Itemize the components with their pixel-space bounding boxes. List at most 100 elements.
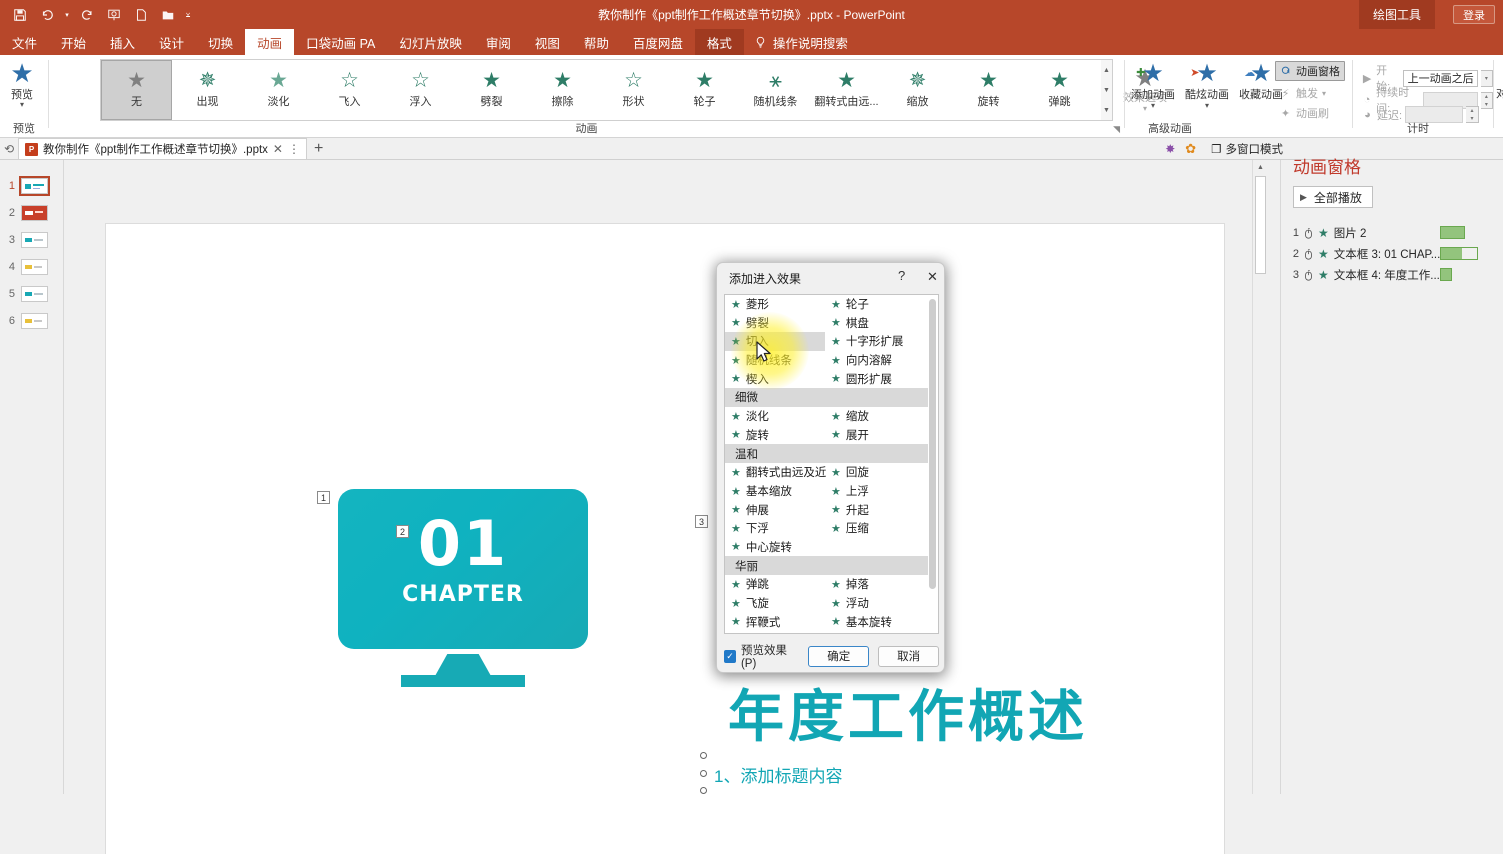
gallery-item-flyin[interactable]: ☆ 飞入 bbox=[314, 60, 385, 120]
effect-item-compress[interactable]: ★压缩 bbox=[825, 519, 929, 538]
scroll-up-icon[interactable]: ▲ bbox=[1255, 161, 1266, 174]
cool-animation-button[interactable]: ★➤ 酷炫动画 ▾ bbox=[1181, 59, 1233, 121]
effect-item-spiral[interactable]: ★回旋 bbox=[825, 463, 929, 482]
close-tab-icon[interactable]: ✕ bbox=[273, 142, 283, 156]
effect-item-drop[interactable]: ★掉落 bbox=[825, 575, 929, 594]
canvas-vertical-scrollbar[interactable]: ▲ bbox=[1252, 160, 1266, 794]
gallery-expand-icon[interactable]: ▼ bbox=[1103, 100, 1110, 120]
close-icon[interactable]: ✕ bbox=[927, 269, 938, 285]
play-all-button[interactable]: ▶ 全部播放 bbox=[1293, 186, 1373, 208]
multiwindow-mode-button[interactable]: ❐ 多窗口模式 bbox=[1206, 139, 1288, 159]
tab-baidu-netdisk[interactable]: 百度网盘 bbox=[621, 29, 695, 55]
slide-thumbnail-2[interactable] bbox=[21, 205, 48, 221]
history-icon[interactable]: ⟲ bbox=[4, 142, 14, 156]
thumbnail-row[interactable]: 6 bbox=[0, 307, 63, 334]
scroll-thumb[interactable] bbox=[1255, 176, 1266, 274]
effect-item-expand[interactable]: ★展开 bbox=[825, 426, 929, 445]
preview-button[interactable]: ★ 预览 ▾ bbox=[2, 57, 42, 117]
tab-pocket-animation[interactable]: 口袋动画 PA bbox=[294, 29, 387, 55]
effect-item-randombars[interactable]: ★随机线条 bbox=[725, 351, 825, 370]
slide-thumbnail-3[interactable] bbox=[21, 232, 48, 248]
effect-item-zoom[interactable]: ★缩放 bbox=[825, 407, 929, 426]
dialog-list-scrollbar[interactable] bbox=[928, 295, 938, 633]
gallery-item-fade[interactable]: ★ 淡化 bbox=[243, 60, 314, 120]
slide-thumbnail-5[interactable] bbox=[21, 286, 48, 302]
trigger-button[interactable]: ⚡ 触发 ▾ bbox=[1279, 85, 1326, 101]
redo-icon[interactable] bbox=[75, 4, 99, 26]
ok-button[interactable]: 确定 bbox=[808, 646, 869, 667]
effect-item-checkerboard[interactable]: ★棋盘 bbox=[825, 314, 929, 333]
effect-item-centerrevolve[interactable]: ★中心旋转 bbox=[725, 538, 825, 557]
undo-dropdown-icon[interactable]: ▾ bbox=[62, 11, 72, 19]
slide-canvas[interactable]: 1 01 CHAPTER 2 年度工作概述 3 1、添加标题内容 ▲ bbox=[64, 160, 1266, 794]
thumbnail-row[interactable]: 5 bbox=[0, 280, 63, 307]
gear-icon[interactable]: ✿ bbox=[1185, 141, 1196, 157]
gallery-item-shape[interactable]: ☆ 形状 bbox=[598, 60, 669, 120]
effect-item-basiczoom[interactable]: ★基本缩放 bbox=[725, 482, 825, 501]
slide-thumbnail-6[interactable] bbox=[21, 313, 48, 329]
gallery-item-none[interactable]: ★ 无 bbox=[101, 60, 172, 120]
undo-icon[interactable] bbox=[35, 4, 59, 26]
resize-handle[interactable] bbox=[700, 770, 707, 777]
help-icon[interactable]: ? bbox=[898, 268, 905, 283]
tab-design[interactable]: 设计 bbox=[147, 29, 196, 55]
tab-menu-icon[interactable]: ⋮ bbox=[288, 142, 300, 156]
slide-thumbnail-1[interactable] bbox=[21, 178, 48, 194]
tell-me-search[interactable]: 操作说明搜索 bbox=[744, 29, 858, 55]
gallery-item-wipe[interactable]: ★ 擦除 bbox=[527, 60, 598, 120]
magic-wand-icon[interactable]: ✸ bbox=[1165, 142, 1175, 156]
slide-big-title[interactable]: 年度工作概述 bbox=[728, 672, 1088, 753]
gallery-scroll-up-icon[interactable]: ▲ bbox=[1103, 60, 1110, 80]
slide-thumbnail-pane[interactable]: 1 2 3 4 5 6 bbox=[0, 160, 64, 794]
trigger-dropdown-icon[interactable]: ▾ bbox=[1322, 89, 1326, 98]
effect-item-ascend[interactable]: ★升起 bbox=[825, 500, 929, 519]
thumbnail-row[interactable]: 3 bbox=[0, 226, 63, 253]
tab-slideshow[interactable]: 幻灯片放映 bbox=[387, 29, 474, 55]
tab-file[interactable]: 文件 bbox=[0, 29, 49, 55]
new-tab-button[interactable]: + bbox=[314, 140, 323, 158]
effect-item-cutin[interactable]: ★切入 bbox=[725, 332, 825, 351]
add-entrance-effect-dialog[interactable]: 添加进入效果 ? ✕ ★菱形 ★劈裂 ★切入 ★随机线条 ★楔入 ★轮子 ★棋盘… bbox=[716, 262, 945, 673]
effect-item-pinwheel[interactable]: ★飞旋 bbox=[725, 594, 825, 613]
sign-in-button[interactable]: 登录 bbox=[1453, 5, 1495, 24]
tab-home[interactable]: 开始 bbox=[49, 29, 98, 55]
effect-item-stretch[interactable]: ★伸展 bbox=[725, 500, 825, 519]
tab-format[interactable]: 格式 bbox=[695, 29, 744, 55]
effect-item-riseup[interactable]: ★上浮 bbox=[825, 482, 929, 501]
effect-item-bounce[interactable]: ★弹跳 bbox=[725, 575, 825, 594]
resize-handle[interactable] bbox=[700, 787, 707, 794]
animation-item-1[interactable]: 1 ★ 图片 2 bbox=[1289, 225, 1366, 241]
animation-pane-toggle[interactable]: 动画窗格 bbox=[1275, 61, 1345, 81]
duration-stepper[interactable]: ▴▾ bbox=[1481, 92, 1493, 109]
effect-item-basicspin[interactable]: ★基本旋转 bbox=[825, 612, 929, 631]
document-tab[interactable]: P 教你制作《ppt制作工作概述章节切换》.pptx ✕ ⋮ bbox=[18, 138, 307, 159]
gallery-item-zoom[interactable]: ✵ 缩放 bbox=[882, 60, 953, 120]
effect-item-flipfromfar[interactable]: ★翻转式由远及近 bbox=[725, 463, 825, 482]
animation-pane[interactable]: 动画窗格 ▶ 全部播放 1 ★ 图片 2 2 ★ 文本框 3: 01 CHAP.… bbox=[1280, 160, 1503, 794]
resize-handle[interactable] bbox=[700, 752, 707, 759]
preview-effect-checkbox[interactable]: ✓ bbox=[724, 650, 736, 663]
thumbnail-row[interactable]: 1 bbox=[0, 172, 63, 199]
dialog-scroll-thumb[interactable] bbox=[929, 299, 936, 589]
animation-timeline-bar-2[interactable] bbox=[1440, 247, 1478, 260]
animation-tag-3[interactable]: 3 bbox=[695, 515, 708, 528]
gallery-scrollbar[interactable]: ▲ ▼ ▼ bbox=[1101, 59, 1113, 121]
effect-item-whip[interactable]: ★挥鞭式 bbox=[725, 612, 825, 631]
customize-qat-icon[interactable]: ⩣ bbox=[183, 11, 193, 19]
effect-item-wedge[interactable]: ★楔入 bbox=[725, 369, 825, 388]
preview-dropdown-icon[interactable]: ▾ bbox=[20, 102, 24, 108]
animation-tag-1[interactable]: 1 bbox=[317, 491, 330, 504]
add-animation-dropdown-icon[interactable]: ▾ bbox=[1151, 102, 1155, 109]
gallery-item-spin[interactable]: ★ 旋转 bbox=[953, 60, 1024, 120]
tab-animations[interactable]: 动画 bbox=[245, 29, 294, 55]
effect-item-circle[interactable]: ★圆形扩展 bbox=[825, 369, 929, 388]
animation-item-2[interactable]: 2 ★ 文本框 3: 01 CHAP... bbox=[1289, 246, 1440, 262]
effect-item-spin[interactable]: ★旋转 bbox=[725, 426, 825, 445]
gallery-item-wheel[interactable]: ★ 轮子 bbox=[669, 60, 740, 120]
monitor-graphic[interactable]: 01 CHAPTER bbox=[338, 489, 588, 649]
gallery-item-floatin[interactable]: ☆ 浮入 bbox=[385, 60, 456, 120]
save-icon[interactable] bbox=[8, 4, 32, 26]
cool-animation-dropdown-icon[interactable]: ▾ bbox=[1205, 102, 1209, 109]
slide-surface[interactable]: 1 01 CHAPTER 2 年度工作概述 3 1、添加标题内容 bbox=[106, 224, 1224, 854]
gallery-item-flipfromfar[interactable]: ★ 翻转式由远... bbox=[811, 60, 882, 120]
